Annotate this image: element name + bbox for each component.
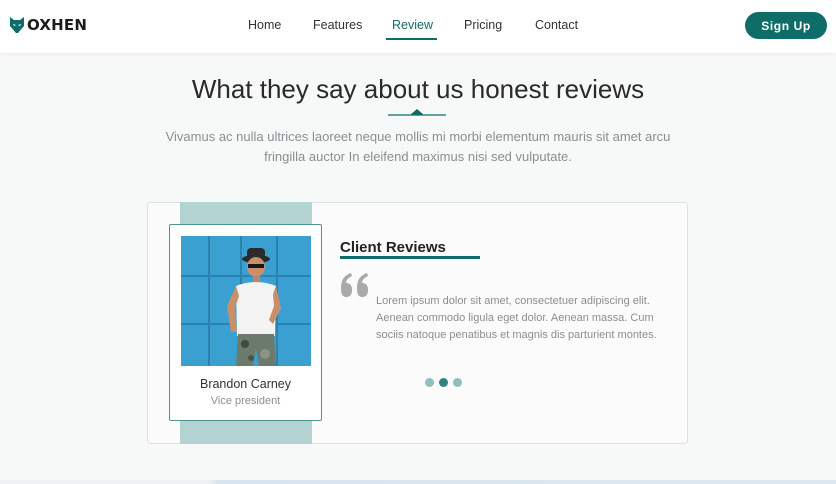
nav-features[interactable]: Features — [313, 18, 362, 32]
section-title: What they say about us honest reviews — [191, 74, 645, 104]
next-section-edge — [0, 480, 836, 484]
heading-underline — [340, 256, 480, 259]
slider-dots — [425, 378, 462, 387]
title-divider — [388, 109, 446, 116]
section-subtitle: Vivamus ac nulla ultrices laoreet neque … — [165, 129, 671, 164]
client-photo-image — [181, 236, 311, 366]
sign-up-button[interactable]: Sign Up — [745, 12, 827, 39]
client-role: Vice president — [210, 395, 281, 407]
client-photo — [181, 236, 311, 366]
slider-dot-2[interactable] — [439, 378, 448, 387]
top-navbar: OXHEN Home Features Review Pricing Conta… — [0, 0, 836, 53]
slider-dot-1[interactable] — [425, 378, 434, 387]
nav-home[interactable]: Home — [248, 18, 281, 32]
nav-review[interactable]: Review — [392, 18, 433, 32]
client-reviews-heading: Client Reviews — [340, 239, 446, 256]
nav-pricing[interactable]: Pricing — [464, 18, 502, 32]
review-text: Lorem ipsum dolor sit amet, consectetuer… — [376, 295, 657, 341]
main-nav: Home Features Review Pricing Contact — [0, 0, 836, 53]
active-nav-indicator — [386, 38, 437, 40]
slider-dot-3[interactable] — [453, 378, 462, 387]
client-name: Brandon Carney — [199, 377, 292, 391]
quote-icon — [341, 273, 368, 297]
nav-contact[interactable]: Contact — [535, 18, 578, 32]
